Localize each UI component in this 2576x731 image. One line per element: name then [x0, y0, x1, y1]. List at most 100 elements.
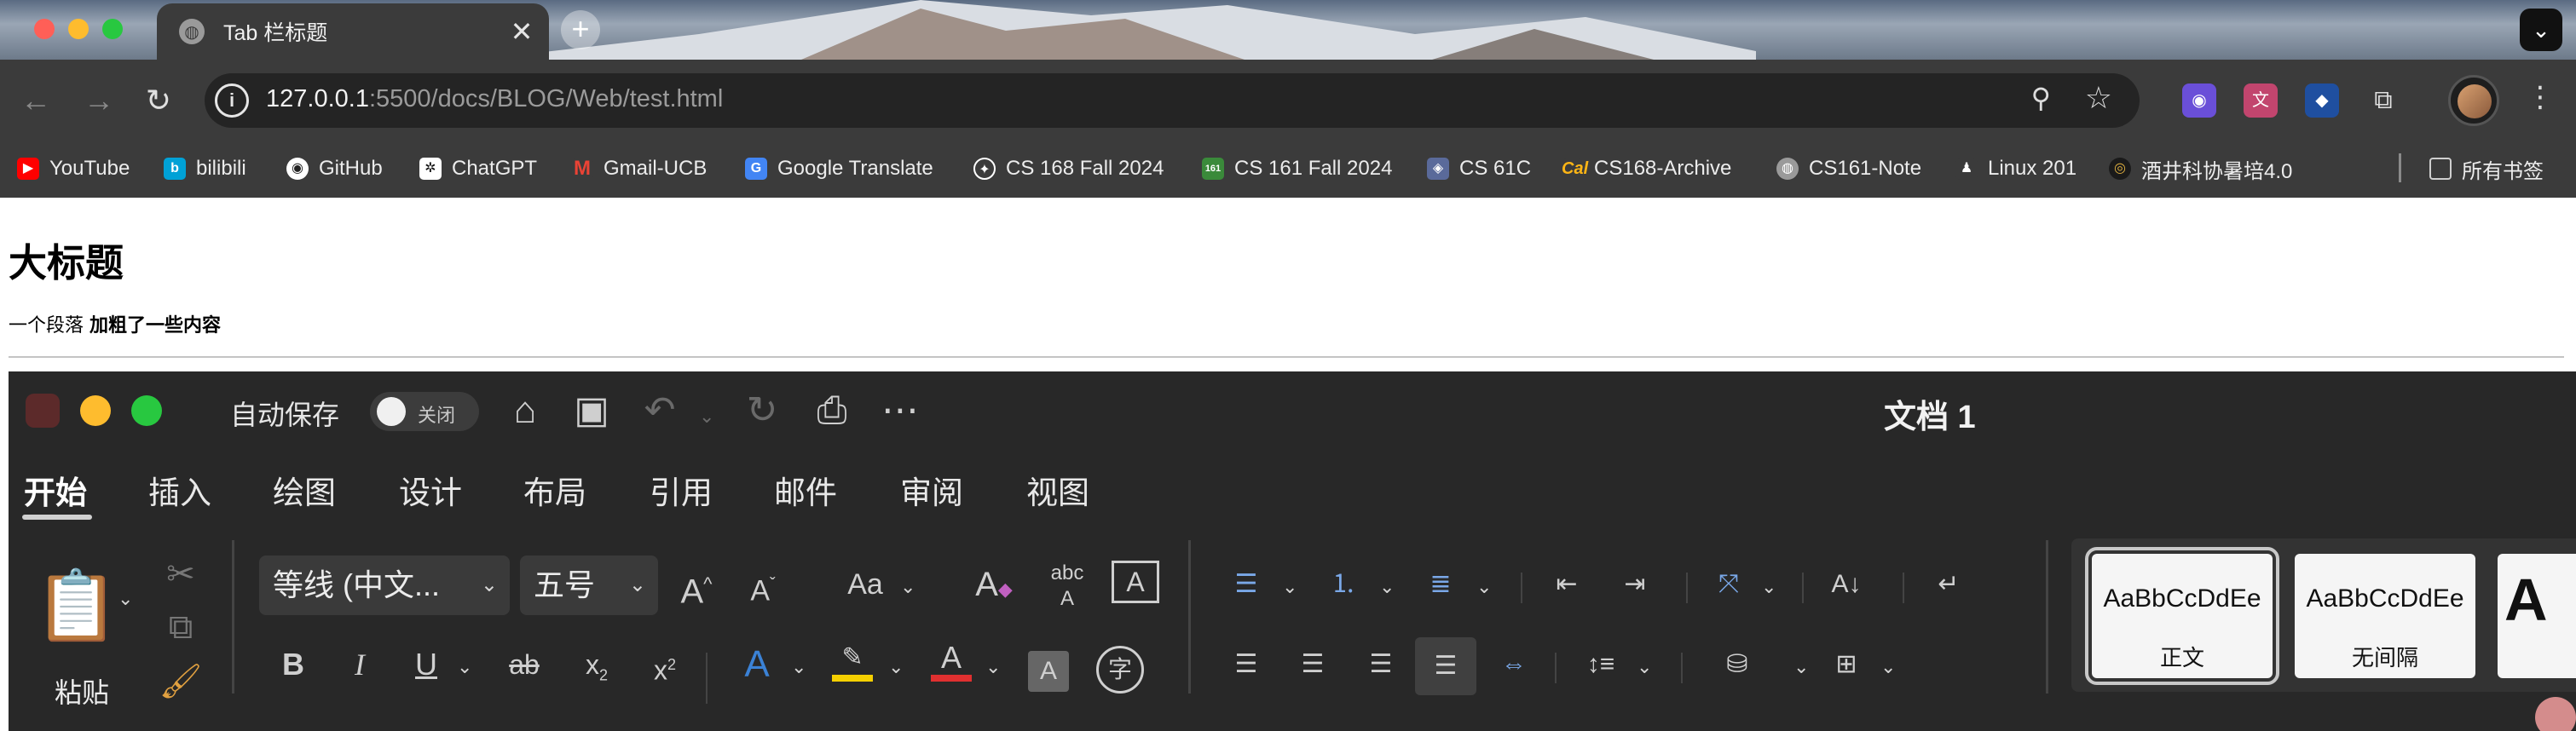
- subscript-icon[interactable]: x2: [571, 641, 622, 699]
- align-right-icon[interactable]: ☰: [1357, 641, 1405, 688]
- font-size-combo[interactable]: 五号 ⌄: [520, 555, 658, 615]
- tab-close-icon[interactable]: ✕: [505, 15, 539, 48]
- home-icon[interactable]: ⌂: [503, 389, 547, 433]
- align-left-icon[interactable]: ☰: [1222, 641, 1270, 688]
- window-minimize-button[interactable]: [68, 19, 89, 39]
- ribbon-tab-design[interactable]: 设计: [399, 467, 462, 513]
- undo-icon[interactable]: ↶: [638, 389, 682, 433]
- bookmark-linux-201[interactable]: ♟ Linux 201: [1955, 152, 2076, 186]
- style-heading-partial[interactable]: A: [2498, 554, 2576, 678]
- bookmark-club[interactable]: ◎ 酒井科协暑培4.0: [2109, 152, 2292, 186]
- paste-chevron-icon[interactable]: ⌄: [118, 588, 133, 610]
- more-icon[interactable]: ⋯: [878, 389, 922, 433]
- ribbon-tab-mailings[interactable]: 邮件: [774, 467, 837, 513]
- word-zoom-button[interactable]: [131, 395, 162, 426]
- autosave-toggle[interactable]: 关闭: [370, 392, 479, 431]
- shading-chevron-icon[interactable]: ⌄: [1793, 656, 1809, 678]
- strikethrough-icon[interactable]: ab: [496, 641, 552, 688]
- distributed-icon[interactable]: ⇔: [1488, 641, 1539, 688]
- underline-icon[interactable]: U: [402, 641, 450, 688]
- tab-search-chevron-icon[interactable]: ⌄: [2520, 9, 2562, 51]
- text-effects-icon[interactable]: A: [731, 641, 783, 688]
- numbering-icon[interactable]: ⒈: [1320, 561, 1367, 608]
- shrink-font-icon[interactable]: Aˇ: [735, 561, 791, 614]
- bookmark-bilibili[interactable]: b bilibili: [164, 152, 246, 186]
- character-border-icon[interactable]: A: [1112, 561, 1159, 603]
- reload-icon[interactable]: ↻: [140, 82, 177, 119]
- bookmark-cs61c[interactable]: ◈ CS 61C: [1427, 152, 1531, 186]
- borders-chevron-icon[interactable]: ⌄: [1880, 656, 1896, 678]
- text-direction-icon[interactable]: ⤧: [1705, 561, 1753, 608]
- font-name-combo[interactable]: 等线 (中文... ⌄: [259, 555, 510, 615]
- bullets-chevron-icon[interactable]: ⌄: [1282, 576, 1297, 598]
- cut-icon[interactable]: ✂: [157, 550, 205, 598]
- ribbon-tab-review[interactable]: 审阅: [900, 467, 963, 513]
- character-shading-icon[interactable]: A: [1028, 651, 1069, 692]
- zoom-icon[interactable]: ⚲: [2031, 82, 2051, 114]
- clear-formatting-icon[interactable]: A◆: [968, 561, 1019, 613]
- grow-font-icon[interactable]: A^: [668, 561, 725, 615]
- multilevel-list-icon[interactable]: ≣: [1417, 561, 1464, 608]
- change-case-chevron-icon[interactable]: ⌄: [900, 576, 915, 598]
- line-spacing-chevron-icon[interactable]: ⌄: [1637, 656, 1652, 678]
- phonetic-guide-icon[interactable]: abc A: [1042, 561, 1093, 612]
- new-tab-button[interactable]: +: [561, 10, 600, 49]
- paste-clipboard-icon[interactable]: 📋: [34, 559, 119, 653]
- style-no-spacing[interactable]: AaBbCcDdEe 无间隔: [2295, 554, 2475, 678]
- extensions-puzzle-icon[interactable]: ⧉: [2366, 83, 2400, 118]
- ribbon-tab-draw[interactable]: 绘图: [273, 467, 336, 513]
- ribbon-tab-home[interactable]: 开始: [24, 467, 87, 513]
- bookmark-gmail-ucb[interactable]: M Gmail-UCB: [571, 152, 707, 186]
- active-tab[interactable]: ◍ Tab 栏标题 ✕: [157, 3, 549, 60]
- borders-icon[interactable]: ⊞: [1822, 641, 1870, 688]
- superscript-icon[interactable]: x2: [639, 641, 690, 694]
- print-icon[interactable]: ⎙: [810, 389, 854, 433]
- bookmark-cs168-archive[interactable]: Cal CS168-Archive: [1562, 152, 1731, 186]
- copy-icon[interactable]: ⧉: [157, 603, 205, 651]
- underline-chevron-icon[interactable]: ⌄: [457, 656, 472, 678]
- sort-icon[interactable]: A↓: [1821, 561, 1872, 608]
- align-center-icon[interactable]: ☰: [1289, 641, 1337, 688]
- extension-shield-icon[interactable]: ◆: [2305, 83, 2339, 118]
- all-bookmarks-folder[interactable]: 所有书签: [2429, 152, 2544, 186]
- italic-icon[interactable]: I: [336, 641, 384, 688]
- increase-indent-icon[interactable]: ⇥: [1611, 561, 1659, 608]
- site-info-icon[interactable]: i: [215, 83, 249, 118]
- show-marks-icon[interactable]: ↵: [1925, 561, 1972, 608]
- font-color-icon[interactable]: A: [926, 634, 977, 682]
- bookmark-cs168[interactable]: ✦ CS 168 Fall 2024: [973, 152, 1164, 186]
- text-direction-chevron-icon[interactable]: ⌄: [1761, 576, 1776, 598]
- word-minimize-button[interactable]: [80, 395, 111, 426]
- translate-overlay-icon[interactable]: [2535, 697, 2576, 731]
- profile-avatar[interactable]: [2448, 75, 2499, 126]
- bookmark-chatgpt[interactable]: ✲ ChatGPT: [419, 152, 537, 186]
- font-color-chevron-icon[interactable]: ⌄: [985, 656, 1001, 678]
- bookmark-star-icon[interactable]: ☆: [2085, 80, 2112, 116]
- highlight-chevron-icon[interactable]: ⌄: [888, 656, 904, 678]
- window-zoom-button[interactable]: [102, 19, 123, 39]
- bold-icon[interactable]: B: [269, 641, 317, 688]
- justify-icon[interactable]: ☰: [1415, 637, 1476, 695]
- more-menu-icon[interactable]: ⋮: [2523, 80, 2557, 114]
- bullets-icon[interactable]: ☰: [1222, 561, 1270, 608]
- bookmark-youtube[interactable]: ▶ YouTube: [17, 152, 130, 186]
- bookmark-google-translate[interactable]: G Google Translate: [745, 152, 933, 186]
- forward-arrow-icon[interactable]: →: [80, 82, 118, 119]
- redo-icon[interactable]: ↻: [740, 389, 784, 433]
- highlight-icon[interactable]: ✎: [827, 634, 878, 682]
- extension-translate-icon[interactable]: 文: [2244, 83, 2278, 118]
- ribbon-tab-insert[interactable]: 插入: [148, 467, 211, 513]
- ribbon-tab-references[interactable]: 引用: [650, 467, 713, 513]
- multilevel-chevron-icon[interactable]: ⌄: [1476, 576, 1492, 598]
- decrease-indent-icon[interactable]: ⇤: [1543, 561, 1591, 608]
- text-effects-chevron-icon[interactable]: ⌄: [791, 656, 806, 678]
- format-painter-icon[interactable]: 🖌: [157, 658, 205, 705]
- bookmark-cs161[interactable]: 161 CS 161 Fall 2024: [1202, 152, 1392, 186]
- save-icon[interactable]: ▣: [569, 389, 614, 433]
- bookmark-cs161-note[interactable]: ◍ CS161-Note: [1776, 152, 1921, 186]
- ribbon-tab-view[interactable]: 视图: [1026, 467, 1089, 513]
- window-close-button[interactable]: [34, 19, 55, 39]
- shading-bucket-icon[interactable]: ⛁: [1712, 641, 1763, 688]
- bookmark-github[interactable]: ◉ GitHub: [286, 152, 383, 186]
- extension-brain-icon[interactable]: ◉: [2182, 83, 2216, 118]
